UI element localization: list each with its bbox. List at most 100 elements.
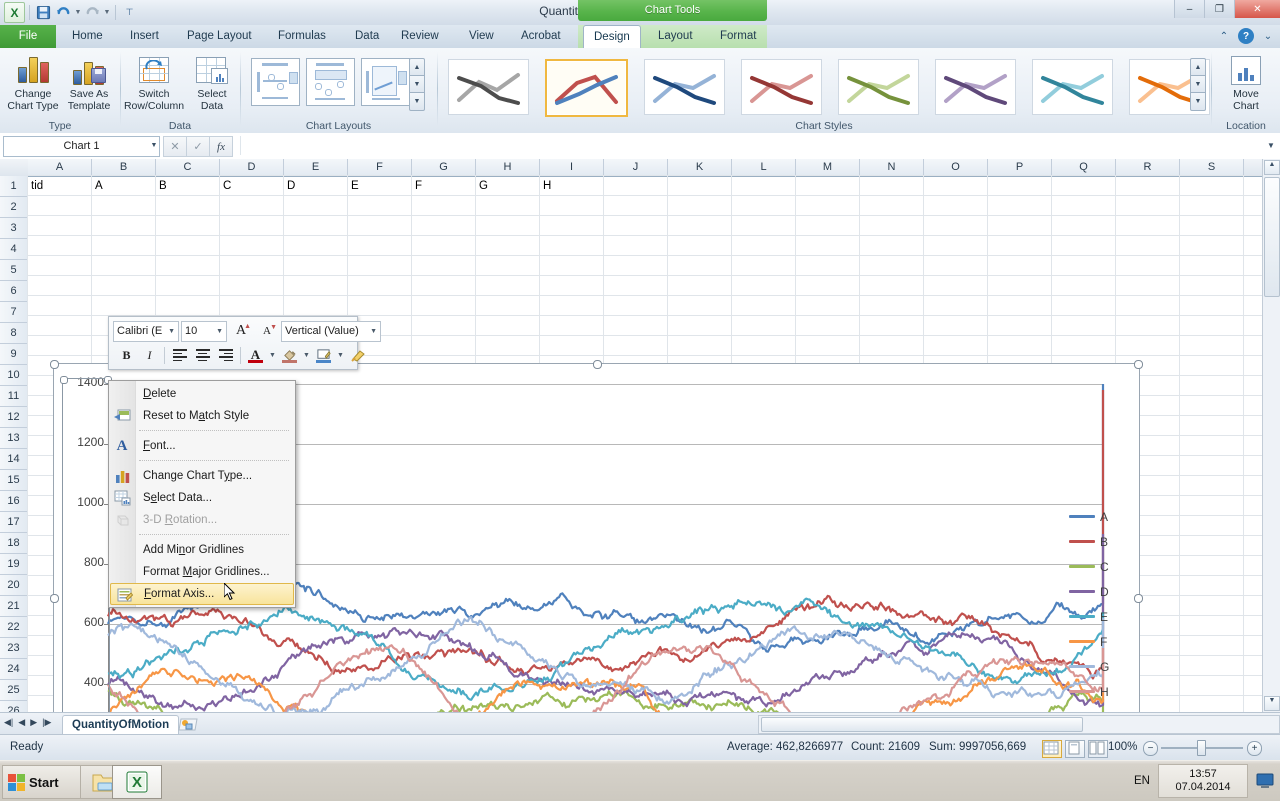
column-header-D[interactable]: D xyxy=(220,159,284,176)
context-menu-item-reset-to-match-style[interactable]: Reset to Match Style xyxy=(109,405,295,427)
cell[interactable]: A xyxy=(92,176,156,196)
row-header-20[interactable]: 20 xyxy=(0,575,28,596)
cancel-formula-icon[interactable]: ✕ xyxy=(163,136,186,157)
column-header-O[interactable]: O xyxy=(924,159,988,176)
new-sheet-icon[interactable] xyxy=(178,717,200,733)
column-header-P[interactable]: P xyxy=(988,159,1052,176)
tab-home[interactable]: Home xyxy=(62,25,113,48)
chevron-down-icon[interactable]: ▼ xyxy=(168,322,175,341)
chart-resize-handle-nw[interactable] xyxy=(50,360,59,369)
chart-style-thumb-1[interactable] xyxy=(448,59,529,115)
chevron-down-icon[interactable]: ▼ xyxy=(370,322,377,341)
tab-view[interactable]: View xyxy=(459,25,504,48)
context-menu-item-format-axis[interactable]: Format Axis... xyxy=(110,583,294,605)
chart-style-thumb-7[interactable] xyxy=(1032,59,1113,115)
align-center-icon[interactable] xyxy=(192,345,213,365)
chart-style-thumb-4[interactable] xyxy=(741,59,822,115)
grow-font-button[interactable]: A ▲ xyxy=(229,321,253,341)
value-axis-selection[interactable] xyxy=(60,376,112,712)
chart-element-select[interactable]: Vertical (Value) ▼ xyxy=(281,320,381,342)
chart-resize-handle-w[interactable] xyxy=(50,594,59,603)
select-data-button[interactable]: Select Data xyxy=(181,52,243,116)
language-indicator[interactable]: EN xyxy=(1134,775,1150,787)
row-header-8[interactable]: 8 xyxy=(0,323,28,344)
chart-resize-handle-ne[interactable] xyxy=(1134,360,1143,369)
row-header-12[interactable]: 12 xyxy=(0,407,28,428)
row-header-7[interactable]: 7 xyxy=(0,302,28,323)
zoom-level[interactable]: 100% xyxy=(1108,741,1137,753)
chart-layout-thumb-3[interactable] xyxy=(361,58,410,106)
font-color-dropdown-icon[interactable]: ▼ xyxy=(268,345,277,365)
row-header-4[interactable]: 4 xyxy=(0,239,28,260)
start-button[interactable]: Start xyxy=(2,765,81,799)
row-header-23[interactable]: 23 xyxy=(0,638,28,659)
zoom-in-button[interactable]: + xyxy=(1247,741,1262,756)
tab-insert[interactable]: Insert xyxy=(120,25,169,48)
column-header-N[interactable]: N xyxy=(860,159,924,176)
chart-resize-handle-n[interactable] xyxy=(593,360,602,369)
column-header-B[interactable]: B xyxy=(92,159,156,176)
shape-outline-dropdown-icon[interactable]: ▼ xyxy=(336,345,345,365)
chart-styles-more[interactable]: ▼ xyxy=(1190,92,1206,111)
expand-formula-bar-icon[interactable]: ▼ xyxy=(1264,137,1278,154)
column-header-R[interactable]: R xyxy=(1116,159,1180,176)
chart-style-thumb-6[interactable] xyxy=(935,59,1016,115)
format-painter-icon[interactable] xyxy=(347,345,368,365)
column-header-Q[interactable]: Q xyxy=(1052,159,1116,176)
row-header-3[interactable]: 3 xyxy=(0,218,28,239)
vertical-scrollbar[interactable]: ▲ ▼ xyxy=(1262,159,1280,712)
chart-axis-context-menu[interactable]: Delete Reset to Match Style A Font... Change… xyxy=(108,380,296,608)
legend-entry-A[interactable]: A xyxy=(1069,504,1127,529)
chart-style-thumb-2-selected[interactable] xyxy=(545,59,628,117)
row-header-17[interactable]: 17 xyxy=(0,512,28,533)
legend-entry-F[interactable]: F xyxy=(1069,629,1127,654)
chart-layout-thumb-1[interactable] xyxy=(251,58,300,106)
legend-entry-D[interactable]: D xyxy=(1069,579,1127,604)
zoom-slider[interactable]: − + xyxy=(1143,740,1262,756)
column-header-H[interactable]: H xyxy=(476,159,540,176)
scroll-up-icon[interactable]: ▲ xyxy=(1264,160,1280,175)
taskbar-item-excel[interactable]: X xyxy=(112,765,162,799)
italic-button[interactable]: I xyxy=(139,345,160,365)
restore-button[interactable]: ❐ xyxy=(1204,0,1234,18)
column-header-A[interactable]: A xyxy=(28,159,92,176)
chart-style-thumb-5[interactable] xyxy=(838,59,919,115)
prev-sheet-icon[interactable]: ◀ xyxy=(18,717,25,728)
page-break-view-button[interactable] xyxy=(1088,740,1108,758)
align-right-icon[interactable] xyxy=(215,345,236,365)
row-header-2[interactable]: 2 xyxy=(0,197,28,218)
context-menu-item-select-data[interactable]: Select Data... xyxy=(109,487,295,509)
font-color-button[interactable]: A xyxy=(245,345,266,365)
fill-color-button[interactable] xyxy=(279,345,300,365)
cell[interactable]: F xyxy=(412,176,476,196)
tab-data[interactable]: Data xyxy=(345,25,389,48)
page-layout-view-button[interactable] xyxy=(1065,740,1085,758)
row-header-11[interactable]: 11 xyxy=(0,386,28,407)
cell[interactable]: tid xyxy=(28,176,92,196)
column-header-S[interactable]: S xyxy=(1180,159,1244,176)
align-left-icon[interactable] xyxy=(169,345,190,365)
restore-ribbon-icon[interactable]: ⌄ xyxy=(1260,28,1276,44)
vertical-scroll-thumb[interactable] xyxy=(1264,177,1280,297)
row-header-9[interactable]: 9 xyxy=(0,344,28,365)
tab-layout[interactable]: Layout xyxy=(648,25,703,48)
shape-outline-button[interactable] xyxy=(313,345,334,365)
clock[interactable]: 13:57 07.04.2014 xyxy=(1158,764,1248,798)
font-name-field[interactable]: Calibri (E ▼ xyxy=(113,320,179,342)
tab-formulas[interactable]: Formulas xyxy=(268,25,336,48)
name-box[interactable]: Chart 1 xyxy=(3,136,160,157)
zoom-out-button[interactable]: − xyxy=(1143,741,1158,756)
save-as-template-button[interactable]: Save As Template xyxy=(58,52,120,116)
tab-review[interactable]: Review xyxy=(391,25,449,48)
row-header-22[interactable]: 22 xyxy=(0,617,28,638)
move-chart-button[interactable]: Move Chart xyxy=(1215,52,1277,116)
row-header-14[interactable]: 14 xyxy=(0,449,28,470)
tab-acrobat[interactable]: Acrobat xyxy=(511,25,571,48)
name-box-dropdown-icon[interactable]: ▼ xyxy=(148,136,160,155)
column-header-I[interactable]: I xyxy=(540,159,604,176)
column-header-F[interactable]: F xyxy=(348,159,412,176)
column-header-E[interactable]: E xyxy=(284,159,348,176)
minimize-ribbon-icon[interactable]: ⌃ xyxy=(1216,28,1232,44)
chart-legend[interactable]: ABCDEFGH xyxy=(1069,504,1127,704)
cell[interactable]: B xyxy=(156,176,220,196)
